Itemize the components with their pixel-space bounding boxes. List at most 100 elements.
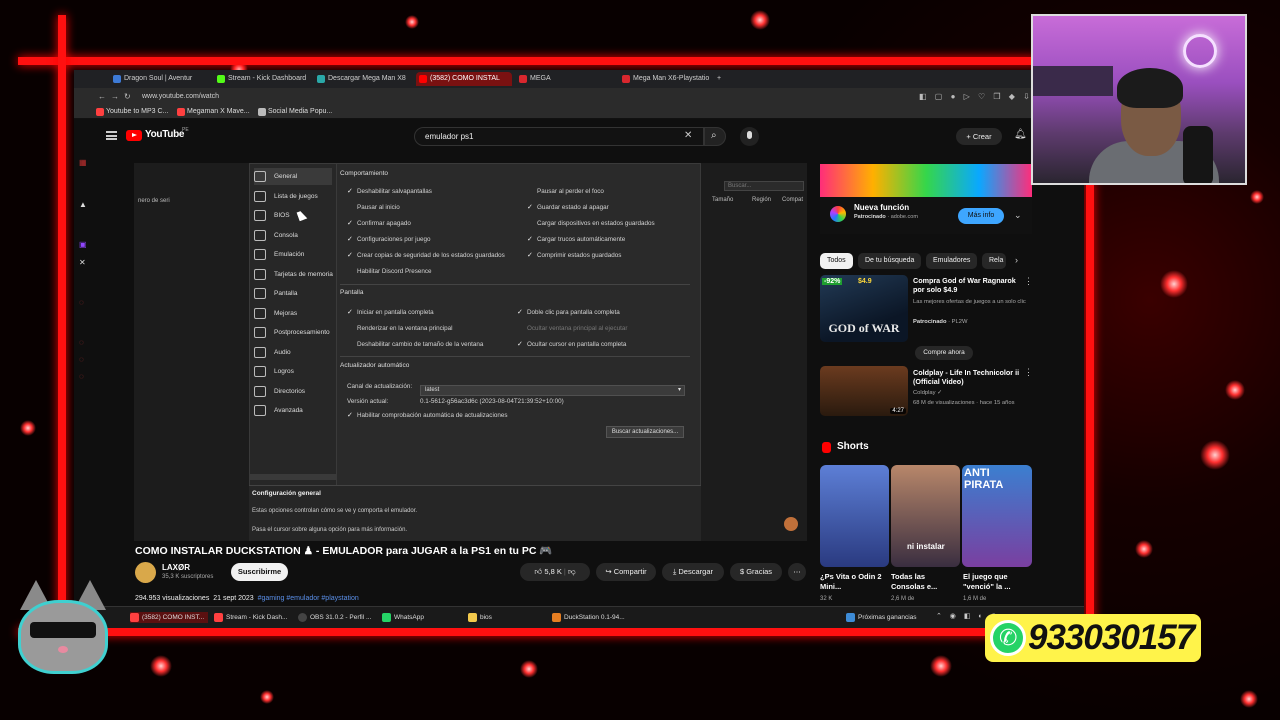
taskbar-item-bios-folder[interactable]: bios [468,612,492,623]
taskbar-item-kick[interactable]: Stream - Kick Dash... [214,612,287,623]
settings-nav-emulation[interactable]: Emulación [254,246,304,263]
more-actions-button[interactable]: ⋯ [788,563,806,581]
channel-avatar[interactable] [135,562,156,583]
url-field[interactable]: www.youtube.com/watch [142,91,922,102]
clear-search-icon[interactable]: ✕ [684,130,692,141]
short-thumbnail[interactable] [820,465,889,567]
sidebar-icon[interactable]: ▦ [79,158,87,167]
settings-nav-audio[interactable]: Audio [254,344,291,361]
taskbar-item-duckstation[interactable]: DuckStation 0.1-94... [552,612,625,623]
short-thumbnail[interactable]: ni instalar [891,465,960,567]
settings-nav-display[interactable]: Pantalla [254,285,298,302]
bookmark-megaman[interactable]: Megaman X Mave... [177,107,250,117]
new-tab-button[interactable]: + [717,72,729,86]
tab-youtube-active[interactable]: (3582) COMO INSTAL [416,72,512,86]
hamburger-menu-icon[interactable] [106,131,117,140]
extension-icons[interactable]: ◧ ▢ ● ▷ ♡ ❒ ◆ ⇩ ▭ [919,92,1049,101]
youtube-wordmark[interactable]: YouTube [145,129,185,140]
checkbox-double-click-fullscreen[interactable]: Doble clic para pantalla completa [517,308,620,317]
notifications-bell-icon[interactable]: 🔔︎ [1014,129,1027,140]
checkbox-pause-on-focus-loss[interactable]: Pausar al perder el foco [527,187,604,196]
youtube-logo-icon[interactable] [126,130,142,141]
x-icon[interactable]: ✕ [79,258,86,267]
checkbox-disable-window-resize[interactable]: Deshabilitar cambio de tamaño de la vent… [347,340,483,349]
short-title[interactable]: ¿Ps Vita o Odin 2 Mini... [820,572,882,592]
checkbox-start-fullscreen[interactable]: Iniciar en pantalla completa [347,308,434,317]
twitch-icon[interactable]: ▣ [79,240,87,249]
chip-all[interactable]: Todos [820,253,853,269]
like-button[interactable]: 👍︎ 5,8 K | 👎︎ [520,563,590,581]
video-title[interactable]: Compra God of War Ragnarok por solo $4.9 [913,276,1027,294]
checkbox-pause-on-start[interactable]: Pausar al inicio [347,203,400,212]
forward-icon[interactable]: → [111,92,119,101]
hashtags[interactable]: #gaming #emulador #playstation [258,595,359,602]
short-title[interactable]: El juego que "venció" la ... [963,572,1025,592]
voice-search-icon[interactable] [740,127,759,146]
sidebar-icon[interactable]: ◌ [79,355,84,364]
bookmark-social-media[interactable]: Social Media Popu... [258,107,332,117]
checkbox-load-devices-from-saves[interactable]: Cargar dispositivos en estados guardados [527,219,655,228]
settings-nav-post-processing[interactable]: Postprocesamiento [254,324,330,341]
thanks-button[interactable]: $ Gracias [730,563,782,581]
chevron-right-icon[interactable]: › [1015,255,1018,265]
settings-nav-general[interactable]: General [254,168,332,185]
video-title[interactable]: Coldplay - Life In Technicolor ii (Offic… [913,368,1027,386]
chip-from-search[interactable]: De tu búsqueda [858,253,922,269]
more-options-icon[interactable]: ⋮ [1024,367,1033,378]
chip-related[interactable]: Rela [982,253,1006,269]
sidebar-icon[interactable]: ◌ [79,338,84,347]
settings-nav-achievements[interactable]: Logros [254,363,294,380]
settings-nav-console[interactable]: Consola [254,227,298,244]
settings-nav-folders[interactable]: Directorios [254,383,305,400]
checkbox-hide-main-window[interactable]: Ocultar ventana principal al ejecutar [517,324,627,333]
bookmark-youtube-mp3[interactable]: Youtube to MP3 C... [96,107,168,117]
settings-nav-bios[interactable]: BIOS [254,207,290,224]
settings-nav-memory-cards[interactable]: Tarjetas de memoria [254,266,333,283]
settings-nav-enhancements[interactable]: Mejoras [254,305,297,322]
search-input[interactable]: emulador ps1 [414,127,704,146]
buy-now-button[interactable]: Compre ahora [915,346,973,360]
update-channel-select[interactable]: latest ▾ [420,385,685,396]
check-updates-button[interactable]: Buscar actualizaciones... [606,426,684,438]
checkbox-hide-cursor-fullscreen[interactable]: Ocultar cursor en pantalla completa [517,340,626,349]
more-options-icon[interactable]: ⋮ [1024,276,1033,287]
checkbox-auto-update-check[interactable]: Habilitar comprobación automática de act… [347,411,508,420]
tab-mega-man[interactable]: Descargar Mega Man X8 [314,72,412,86]
checkbox-load-cheats-auto[interactable]: Cargar trucos automáticamente [527,235,625,244]
taskbar-item-whatsapp[interactable]: WhatsApp [382,612,424,623]
checkbox-compress-save-states[interactable]: Comprimir estados guardados [527,251,621,260]
sidebar-scrollbar[interactable] [250,474,337,480]
settings-nav-game-list[interactable]: Lista de juegos [254,188,318,205]
channel-name[interactable]: Coldplay ✓ [913,389,1027,397]
tab-mega[interactable]: MEGA [516,72,614,86]
checkbox-save-state-backups[interactable]: Crear copias de seguridad de los estados… [347,251,505,260]
taskbar-item-youtube[interactable]: (3582) COMO INST... [130,612,209,623]
checkbox-disable-screensaver[interactable]: Deshabilitar salvapantallas [347,187,432,196]
checkbox-discord-presence[interactable]: Habilitar Discord Presence [347,267,432,276]
thumbnail-god-of-war[interactable]: -92% $4.9 GOD of WAR [820,275,908,342]
create-button[interactable]: + Crear [956,128,1002,145]
channel-name[interactable]: LAXØR [162,563,190,572]
tab-dragon-soul[interactable]: Dragon Soul | Aventur [110,72,210,86]
subscribe-button[interactable]: Suscribirme [231,563,288,581]
short-title[interactable]: Todas las Consolas e... [891,572,953,592]
search-button[interactable]: ⌕ [704,127,726,146]
sidebar-icon[interactable]: ◌ [79,298,84,307]
chip-emulators[interactable]: Emuladores [926,253,978,269]
video-player[interactable]: nero de seri Tamaño Región Compat Buscar… [134,163,807,541]
more-info-button[interactable]: Más info [958,208,1004,224]
sponsored-ad[interactable]: Nueva función Patrocinado · adobe.com Má… [820,164,1032,234]
sidebar-icon[interactable]: ▲ [79,200,87,209]
checkbox-save-on-shutdown[interactable]: Guardar estado al apagar [527,203,609,212]
reload-icon[interactable]: ↻ [124,92,131,101]
taskbar-item-obs[interactable]: OBS 31.0.2 - Perfil ... [298,612,371,623]
back-icon[interactable]: ← [98,92,106,101]
chevron-down-icon[interactable]: ⌄ [1014,210,1022,221]
share-button[interactable]: ↪ Compartir [596,563,656,581]
sidebar-icon[interactable]: ◌ [79,372,84,381]
settings-nav-advanced[interactable]: Avanzada [254,402,303,419]
checkbox-render-to-main-window[interactable]: Renderizar en la ventana principal [347,324,453,333]
short-thumbnail[interactable]: ANTI PIRATA [962,465,1032,567]
checkbox-confirm-shutdown[interactable]: Confirmar apagado [347,219,411,228]
checkbox-per-game-settings[interactable]: Configuraciones por juego [347,235,431,244]
